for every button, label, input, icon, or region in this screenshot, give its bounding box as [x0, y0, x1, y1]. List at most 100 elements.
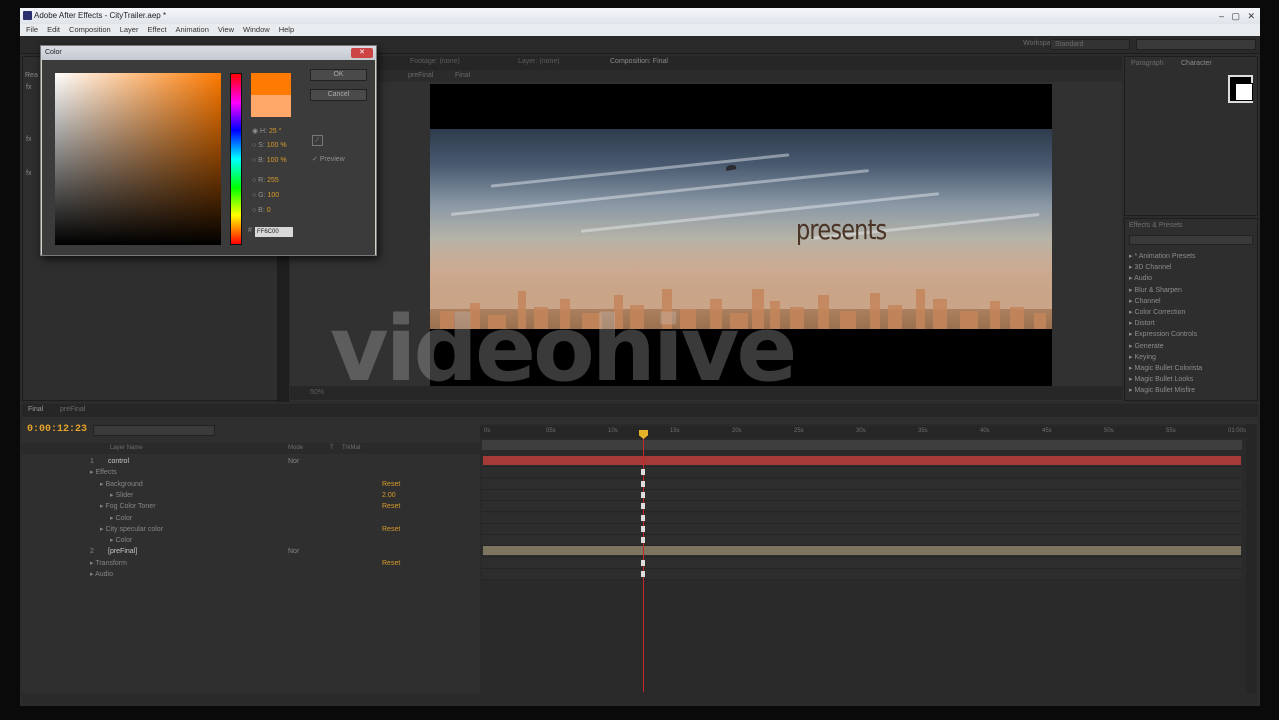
brightness-field[interactable]: ○ B: 100 %	[252, 157, 287, 164]
keyframe-marker[interactable]	[641, 480, 645, 487]
saturation-field[interactable]: ○ S: 100 %	[252, 142, 287, 149]
timeline-tabs: Final preFinal	[22, 404, 1258, 417]
eyedropper-icon[interactable]: ⁄	[312, 135, 323, 146]
hex-input[interactable]: FF6C00	[255, 227, 293, 237]
property-value[interactable]: Reset	[382, 501, 400, 512]
effect-category[interactable]: ▸ Color Correction	[1129, 307, 1253, 318]
property-value[interactable]: 2.00	[382, 490, 396, 501]
fx-row-1[interactable]: fx	[26, 84, 31, 91]
tab-character[interactable]: Character	[1181, 60, 1212, 67]
time-ruler[interactable]: 0s 05s 10s 15s 20s 25s 30s 35s 40s 45s 50s 55s 01:00…	[480, 426, 1246, 438]
ruler-tick-label: 40s	[980, 428, 990, 434]
layer-mode[interactable]: Nor	[288, 546, 299, 557]
close-icon[interactable]: ✕	[1247, 10, 1255, 22]
keyframe-marker[interactable]	[641, 559, 645, 566]
ruler-tick-label: 45s	[1042, 428, 1052, 434]
property-value[interactable]: Reset	[382, 558, 400, 569]
layer-row[interactable]: ▸ Effects	[22, 467, 480, 478]
preview-checkbox[interactable]: ✓ Preview	[312, 155, 345, 163]
layer-bar-control[interactable]	[483, 456, 1241, 465]
menu-view[interactable]: View	[218, 24, 234, 36]
workspace-select[interactable]: Standard	[1050, 39, 1130, 50]
ok-button[interactable]: OK	[310, 69, 367, 81]
col-layer-name: Layer Name	[110, 445, 143, 451]
original-color-preview[interactable]	[251, 95, 291, 117]
menu-composition[interactable]: Composition	[69, 24, 111, 36]
search-help-input[interactable]	[1136, 39, 1256, 50]
crumb-prefinal[interactable]: preFinal	[408, 72, 433, 79]
fx-row-2[interactable]: fx	[26, 136, 31, 143]
hue-field[interactable]: ◉ H: 25 °	[252, 127, 282, 135]
effect-category[interactable]: ▸ Magic Bullet Misfire	[1129, 385, 1253, 396]
stroke-color-swatch[interactable]	[1235, 83, 1253, 101]
keyframe-marker[interactable]	[641, 469, 645, 476]
keyframe-marker[interactable]	[641, 525, 645, 532]
effect-category[interactable]: ▸ Audio	[1129, 273, 1253, 284]
tab-paragraph[interactable]: Paragraph	[1131, 60, 1164, 67]
keyframe-marker[interactable]	[641, 537, 645, 544]
hue-slider[interactable]	[230, 73, 242, 245]
fx-row-3[interactable]: fx	[26, 170, 31, 177]
ruler-tick-label: 30s	[856, 428, 866, 434]
layer-row[interactable]: ▸ Fog Color Toner Reset	[22, 501, 480, 512]
menu-effect[interactable]: Effect	[147, 24, 166, 36]
effect-category[interactable]: ▸ Magic Bullet Looks	[1129, 374, 1253, 385]
red-field[interactable]: ○ R: 255	[252, 177, 279, 184]
effect-category[interactable]: ▸ Distort	[1129, 318, 1253, 329]
layer-row[interactable]: 2 [preFinal] Nor	[22, 546, 480, 557]
effect-category[interactable]: ▸ Blur & Sharpen	[1129, 285, 1253, 296]
blue-field[interactable]: ○ B: 0	[252, 207, 271, 214]
minimize-icon[interactable]: –	[1219, 10, 1224, 22]
work-area-bar[interactable]	[482, 440, 1242, 450]
keyframe-marker[interactable]	[641, 571, 645, 577]
layer-row[interactable]: ▸ Background Reset	[22, 479, 480, 490]
keyframe-marker[interactable]	[641, 491, 645, 498]
layer-bar-prefinal[interactable]	[483, 546, 1241, 555]
effect-category[interactable]: ▸ 3D Channel	[1129, 262, 1253, 273]
saturation-brightness-field[interactable]	[55, 73, 221, 245]
maximize-icon[interactable]: ▢	[1231, 10, 1240, 22]
layer-row[interactable]: ▸ Slider 2.00	[22, 490, 480, 501]
timeline-search-input[interactable]	[93, 425, 215, 436]
layer-row[interactable]: ▸ Color	[22, 535, 480, 546]
current-timecode[interactable]: 0:00:12:23	[27, 424, 87, 435]
menu-window[interactable]: Window	[243, 24, 270, 36]
tab-composition[interactable]: Composition: Final	[610, 58, 668, 65]
dialog-close-icon[interactable]: ✕	[351, 48, 373, 58]
property-value[interactable]: Reset	[382, 524, 400, 535]
effect-category[interactable]: ▸ Expression Controls	[1129, 329, 1253, 340]
keyframe-marker[interactable]	[641, 503, 645, 510]
effects-search-input[interactable]	[1129, 235, 1253, 245]
effect-category[interactable]: ▸ Channel	[1129, 296, 1253, 307]
zoom-level[interactable]: 50%	[310, 389, 324, 396]
effect-category[interactable]: ▸ Keying	[1129, 352, 1253, 363]
layer-row[interactable]: ▸ Audio	[22, 569, 480, 580]
layer-mode[interactable]: Nor	[288, 456, 299, 467]
keyframe-marker[interactable]	[641, 514, 645, 521]
menu-layer[interactable]: Layer	[120, 24, 139, 36]
effects-panel-title: Effects & Presets	[1129, 222, 1183, 229]
tab-final[interactable]: Final	[28, 406, 43, 413]
tab-layer[interactable]: Layer: (none)	[518, 58, 560, 65]
effect-category[interactable]: ▸ * Animation Presets	[1129, 251, 1253, 262]
layer-name: ▸ Color	[110, 514, 133, 522]
layer-row[interactable]: ▸ City specular color Reset	[22, 524, 480, 535]
menu-animation[interactable]: Animation	[176, 24, 209, 36]
layer-row[interactable]: 1 control Nor	[22, 456, 480, 467]
layer-row[interactable]: ▸ Color	[22, 513, 480, 524]
cancel-button[interactable]: Cancel	[310, 89, 367, 101]
layer-name: ▸ Fog Color Toner	[100, 503, 156, 511]
layer-row[interactable]: ▸ Transform Reset	[22, 558, 480, 569]
effect-category[interactable]: ▸ Magic Bullet Colorista	[1129, 363, 1253, 374]
menu-edit[interactable]: Edit	[47, 24, 60, 36]
property-value[interactable]: Reset	[382, 479, 400, 490]
menu-help[interactable]: Help	[279, 24, 294, 36]
tab-footage[interactable]: Footage: (none)	[410, 58, 460, 65]
timeline-scrollbar[interactable]	[1246, 424, 1256, 694]
green-field[interactable]: ○ G: 100	[252, 192, 279, 199]
character-panel: Paragraph Character	[1124, 56, 1258, 216]
tab-prefinal[interactable]: preFinal	[60, 406, 85, 413]
crumb-final[interactable]: Final	[455, 72, 470, 79]
effect-category[interactable]: ▸ Generate	[1129, 341, 1253, 352]
menu-file[interactable]: File	[26, 24, 38, 36]
